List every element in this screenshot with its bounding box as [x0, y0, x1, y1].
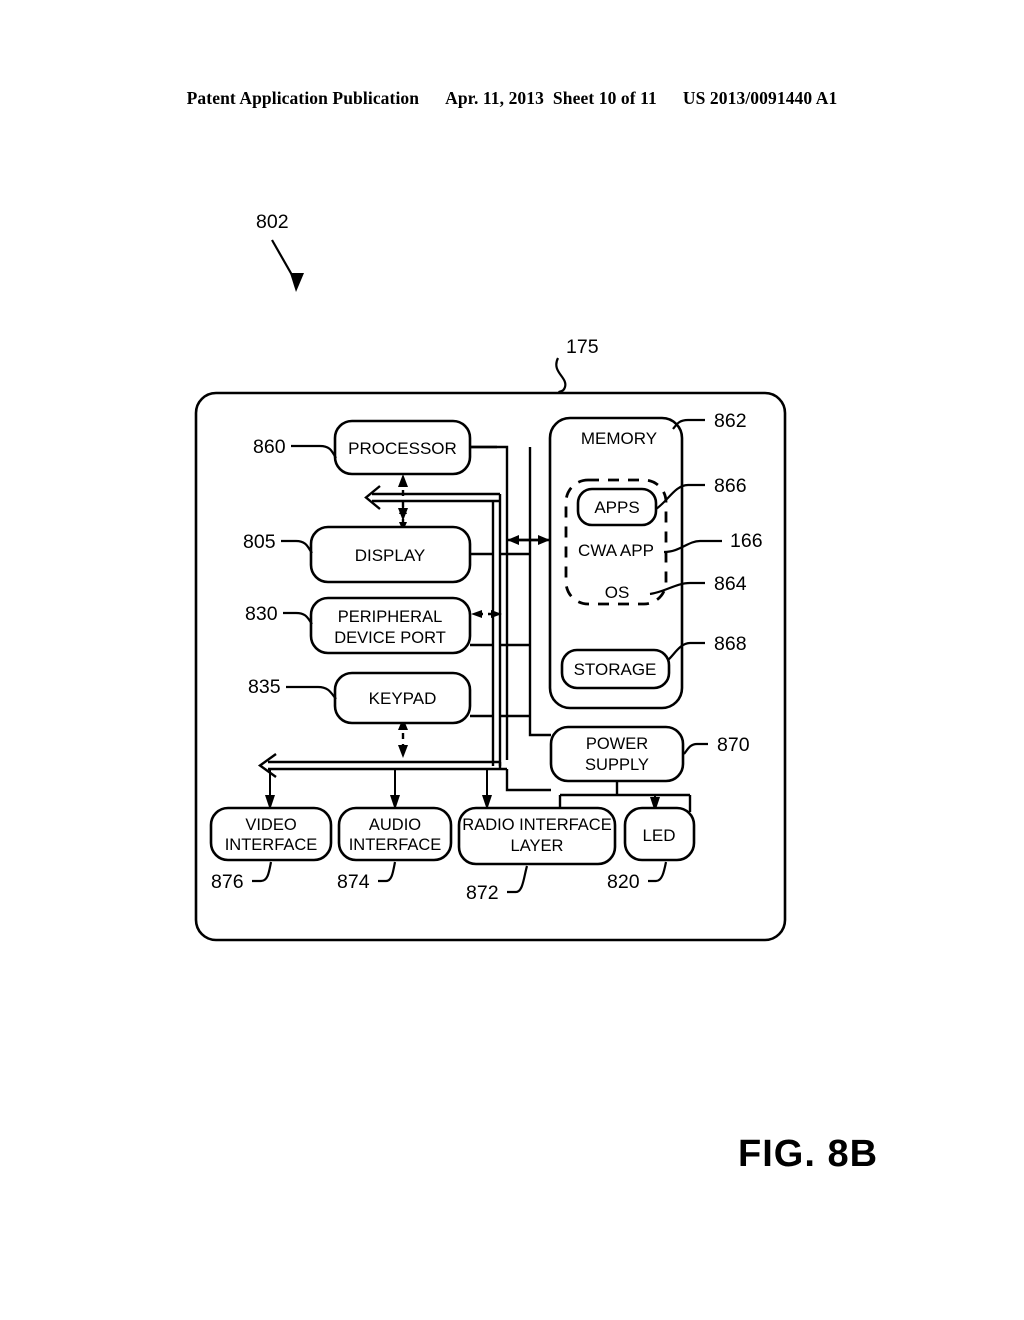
ref-862: 862 — [714, 410, 747, 432]
block-apps-label: APPS — [594, 498, 639, 517]
ref-864: 864 — [714, 573, 747, 595]
ref-870: 870 — [717, 734, 750, 756]
block-peripheral-label-line2: DEVICE PORT — [334, 629, 446, 647]
ref-872: 872 — [466, 882, 499, 904]
ref-835: 835 — [248, 676, 281, 698]
ref-175-squiggle — [555, 357, 567, 394]
block-display-label: DISPLAY — [355, 546, 426, 565]
block-keypad-label: KEYPAD — [369, 689, 437, 708]
ref-175: 175 — [566, 336, 599, 358]
block-cwa-app-label: CWA APP — [578, 541, 654, 560]
ref-166: 166 — [730, 530, 763, 552]
block-power-supply-label-line1: POWER — [586, 735, 648, 753]
block-os-label: OS — [605, 583, 630, 602]
block-peripheral-label-line1: PERIPHERAL — [338, 608, 443, 626]
ref-830: 830 — [245, 603, 278, 625]
ref-820: 820 — [607, 871, 640, 893]
ref-802: 802 — [256, 211, 289, 233]
block-audio-interface-label-line1: AUDIO — [369, 816, 421, 834]
block-video-interface-label-line2: INTERFACE — [225, 836, 318, 854]
ref-860: 860 — [253, 436, 286, 458]
ref-802-arrowhead — [290, 273, 304, 292]
ref-874: 874 — [337, 871, 370, 893]
ref-866: 866 — [714, 475, 747, 497]
figure-caption: FIG. 8B — [738, 1133, 879, 1175]
block-power-supply-label-line2: SUPPLY — [585, 756, 649, 774]
ref-805: 805 — [243, 531, 276, 553]
block-video-interface-label-line1: VIDEO — [245, 816, 297, 834]
block-audio-interface-label-line2: INTERFACE — [349, 836, 442, 854]
block-radio-interface-label-line2: LAYER — [511, 837, 564, 855]
patent-figure-page: Patent Application Publication Apr. 11, 2… — [0, 0, 1024, 1320]
block-led-label: LED — [642, 826, 675, 845]
block-processor-label: PROCESSOR — [348, 439, 457, 458]
block-memory-label: MEMORY — [581, 429, 657, 448]
block-radio-interface-label-line1: RADIO INTERFACE — [462, 816, 611, 834]
figure-8b-diagram: 802 175 PROCESSOR 860 DISPLAY 805 PERIPH… — [194, 211, 787, 942]
block-storage-label: STORAGE — [574, 660, 657, 679]
ref-876: 876 — [211, 871, 244, 893]
ref-868: 868 — [714, 633, 747, 655]
